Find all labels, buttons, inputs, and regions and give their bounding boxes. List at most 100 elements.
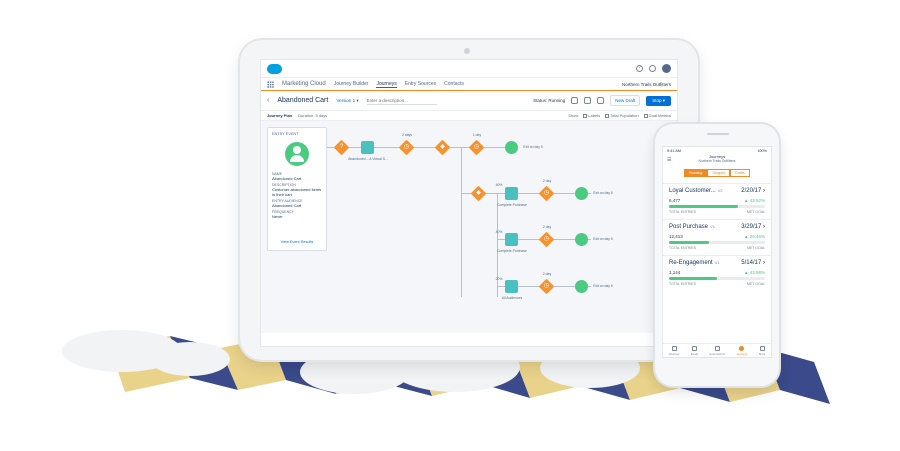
description-input[interactable] bbox=[366, 96, 437, 105]
gear-icon[interactable] bbox=[584, 97, 592, 104]
marketing-hero-stage: ? Marketing Cloud Journey Builder Journe… bbox=[0, 0, 900, 451]
entry-eyebrow: ENTRY EVENT bbox=[272, 132, 299, 136]
phone-time: 9:41 AM bbox=[667, 148, 681, 153]
entry-frequency: Never bbox=[272, 214, 283, 219]
automations-icon bbox=[714, 345, 720, 351]
purchase-label-2: Complete Purchase bbox=[497, 249, 527, 253]
new-draft-button[interactable]: New Draft bbox=[610, 95, 641, 106]
tab-email[interactable]: Email bbox=[691, 345, 698, 356]
goal-label: MET GOAL bbox=[746, 210, 765, 214]
goal-label: MET GOAL bbox=[746, 246, 765, 250]
journey-canvas: ENTRY EVENT NAME Abandoned Cart DESCRIPT… bbox=[261, 121, 677, 333]
entries-label: TOTAL ENTRIES bbox=[669, 210, 696, 214]
journey-row-version: V2 bbox=[717, 188, 723, 193]
segment-drafts[interactable]: Drafts bbox=[730, 169, 750, 177]
wait-label-3: 2 day bbox=[542, 179, 552, 183]
journey-row-version: V1 bbox=[714, 260, 720, 265]
exit-label-2: Exit on day 5 bbox=[593, 191, 613, 195]
audience-node[interactable] bbox=[505, 280, 518, 293]
wait-node-5[interactable]: ◷ bbox=[538, 278, 555, 295]
exit-label-3: Exit on day 5 bbox=[593, 237, 613, 241]
plan-duration: Duration: 5 days bbox=[298, 113, 328, 118]
breadcrumb[interactable]: Journey Builder bbox=[334, 81, 369, 87]
tab-journeys[interactable]: Journeys bbox=[376, 81, 397, 88]
journey-row-goal-pct: ▲ 29.46% bbox=[744, 234, 765, 239]
journey-progress-fill bbox=[669, 241, 710, 244]
app-name: Marketing Cloud bbox=[282, 81, 326, 87]
purchase-node-1[interactable] bbox=[505, 187, 518, 200]
segment-running[interactable]: Running bbox=[684, 169, 708, 177]
journey-row-date: 3/29/17 bbox=[741, 224, 765, 230]
journey-status: Status: Running bbox=[533, 98, 566, 103]
connector-subsplit-vertical bbox=[497, 193, 498, 297]
tab-more[interactable]: More bbox=[759, 345, 765, 356]
phone-subtitle: Northern Trails Outfitters bbox=[698, 159, 736, 163]
email-node[interactable] bbox=[361, 141, 374, 154]
app-header: ? bbox=[261, 60, 677, 78]
entry-event-card[interactable]: ENTRY EVENT NAME Abandoned Cart DESCRIPT… bbox=[267, 127, 327, 251]
version-select[interactable]: Version 1 ▾ bbox=[336, 98, 358, 104]
app-launcher-icon[interactable] bbox=[267, 80, 274, 88]
phone-battery: 100% bbox=[757, 148, 767, 153]
plan-title: Journey Plan bbox=[267, 113, 293, 118]
segment-control: Running Stopped Drafts bbox=[663, 169, 771, 177]
journey-row-goal-pct: ▲ 43.98% bbox=[744, 270, 765, 275]
exit-label-4: Exit on day 5 bbox=[593, 284, 613, 288]
wait-node-1[interactable]: ◷ bbox=[398, 139, 415, 156]
wait-label-1: 2 days bbox=[402, 133, 412, 137]
journey-row[interactable]: Loyal Customer...V2 2/20/17 6,477 ▲ 43.5… bbox=[663, 183, 771, 219]
decision-split-node[interactable]: ? bbox=[333, 139, 350, 156]
goal-metrics-checkbox[interactable]: Goal Metrics bbox=[643, 113, 671, 118]
connector-split-vertical bbox=[461, 147, 462, 297]
view-event-results-link[interactable]: View Event Results bbox=[274, 240, 320, 244]
audience-label: All Audiences bbox=[501, 296, 523, 300]
journey-progress-bar bbox=[669, 241, 765, 244]
menu-icon[interactable]: ☰ bbox=[667, 157, 671, 163]
back-chevron-icon[interactable]: ‹ bbox=[267, 97, 269, 104]
journey-row[interactable]: Post PurchaseV1 3/29/17 12,413 ▲ 29.46% … bbox=[663, 219, 771, 255]
entry-description: Customer abandoned items in their cart bbox=[272, 187, 322, 197]
journey-row-goal-pct: ▲ 43.52% bbox=[744, 198, 765, 203]
journey-progress-bar bbox=[669, 205, 765, 208]
tab-automations[interactable]: Automations bbox=[709, 345, 725, 356]
salesforce-cloud-icon[interactable] bbox=[267, 63, 282, 74]
wait-node-4[interactable]: ◷ bbox=[538, 231, 555, 248]
org-name[interactable]: Northern Trails Outfitters bbox=[622, 82, 671, 87]
journey-row-name: Loyal Customer... bbox=[669, 188, 716, 194]
labels-checkbox[interactable]: Labels bbox=[583, 113, 600, 118]
wait-label-2: 1 day bbox=[472, 133, 482, 137]
phone-device: 9:41 AM 100% ☰ Journeys Northern Trails … bbox=[655, 124, 779, 386]
phone-status-bar: 9:41 AM 100% bbox=[663, 147, 771, 154]
engagement-split-node[interactable]: ◆ bbox=[470, 185, 487, 202]
user-avatar[interactable] bbox=[662, 64, 671, 73]
journey-progress-fill bbox=[669, 205, 739, 208]
entry-name: Abandoned Cart bbox=[272, 176, 302, 181]
tab-journeys-mobile[interactable]: Journeys bbox=[736, 345, 748, 356]
wifi-icon[interactable] bbox=[571, 97, 579, 104]
help-icon[interactable]: ? bbox=[636, 65, 643, 72]
tab-entry-sources[interactable]: Entry Sources bbox=[405, 81, 436, 87]
wait-node-3[interactable]: ◷ bbox=[538, 185, 555, 202]
split-node[interactable]: ◆ bbox=[434, 139, 451, 156]
journeys-icon bbox=[739, 345, 745, 351]
segment-stopped[interactable]: Stopped bbox=[707, 169, 731, 177]
more-icon bbox=[759, 345, 765, 351]
entries-label: TOTAL ENTRIES bbox=[669, 282, 696, 286]
journey-progress-fill bbox=[669, 277, 717, 280]
purchase-node-2[interactable] bbox=[505, 233, 518, 246]
journey-row[interactable]: Re-EngagementV1 5/14/17 1,144 ▲ 43.98% T… bbox=[663, 255, 771, 291]
settings-icon[interactable] bbox=[649, 65, 656, 72]
journey-builder-screen: ? Marketing Cloud Journey Builder Journe… bbox=[260, 59, 678, 347]
population-checkbox[interactable]: Total Population bbox=[605, 113, 639, 118]
copy-icon[interactable] bbox=[597, 97, 605, 104]
wait-node-2[interactable]: ◷ bbox=[468, 139, 485, 156]
entries-label: TOTAL ENTRIES bbox=[669, 246, 696, 250]
stop-button[interactable]: Stop ▾ bbox=[646, 95, 671, 106]
tab-contacts[interactable]: Contacts bbox=[444, 81, 464, 87]
journey-row-entries: 1,144 bbox=[669, 270, 681, 275]
app-nav: Marketing Cloud Journey Builder Journeys… bbox=[261, 78, 677, 91]
wait-label-5: 2 day bbox=[542, 272, 552, 276]
phone-tab-bar: Discover Email Automations Journeys More bbox=[663, 343, 771, 357]
tab-discover[interactable]: Discover bbox=[669, 345, 680, 356]
journey-name: Abandoned Cart bbox=[277, 97, 329, 104]
